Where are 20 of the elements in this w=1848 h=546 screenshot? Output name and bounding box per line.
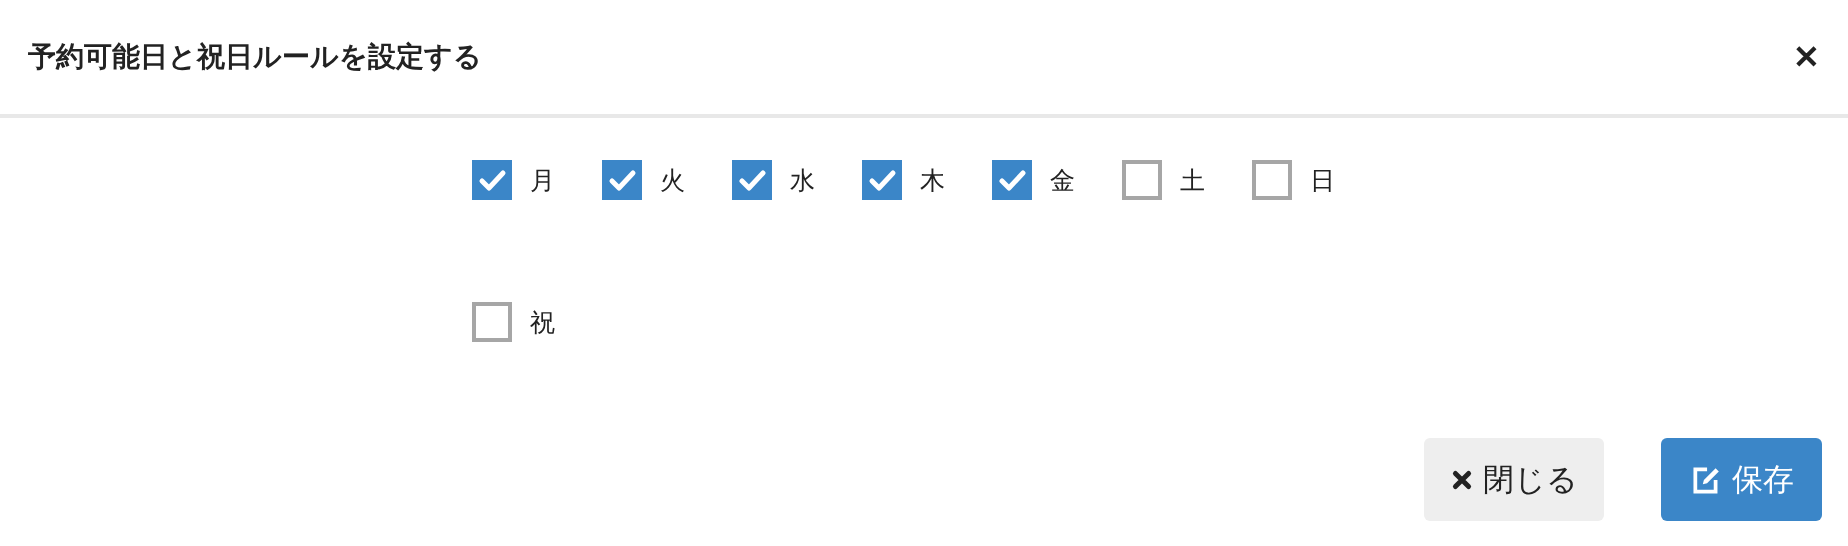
checkbox[interactable] [862, 160, 902, 200]
checkbox[interactable] [1252, 160, 1292, 200]
close-button[interactable]: 閉じる [1424, 438, 1604, 521]
checkbox-label: 水 [790, 164, 815, 197]
checkbox-label: 日 [1310, 164, 1335, 197]
checkbox[interactable] [992, 160, 1032, 200]
checkbox-label: 木 [920, 164, 945, 197]
checkbox-label: 土 [1180, 164, 1205, 197]
checkbox-label: 火 [660, 164, 685, 197]
checkbox[interactable] [472, 160, 512, 200]
checkbox-label: 祝 [530, 306, 555, 339]
save-button[interactable]: 保存 [1661, 438, 1822, 521]
checkbox-label: 金 [1050, 164, 1075, 197]
checkbox[interactable] [1122, 160, 1162, 200]
close-icon [1450, 468, 1473, 491]
checkbox[interactable] [472, 302, 512, 342]
checkbox[interactable] [602, 160, 642, 200]
checkbox-label: 月 [530, 164, 555, 197]
checkbox[interactable] [732, 160, 772, 200]
dialog-title: 予約可能日と祝日ルールを設定する [28, 39, 482, 75]
